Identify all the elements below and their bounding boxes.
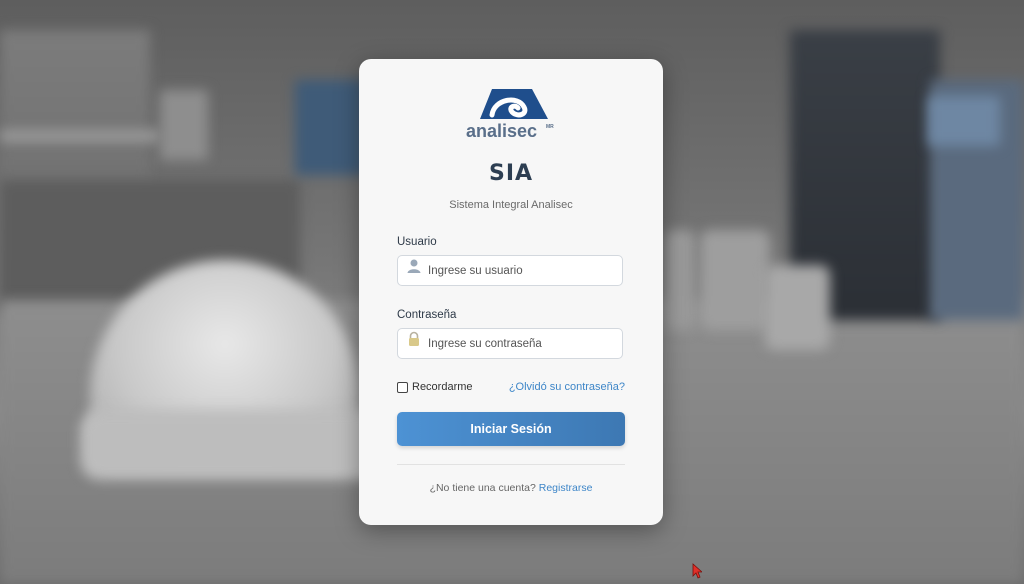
register-link[interactable]: Registrarse bbox=[539, 482, 593, 494]
mouse-cursor-icon bbox=[692, 563, 702, 579]
background-sample-cylinder bbox=[665, 230, 695, 330]
remember-checkbox[interactable] bbox=[397, 381, 408, 393]
background-clipboard bbox=[160, 90, 208, 160]
forgot-password-link[interactable]: ¿Olvidó su contraseña? bbox=[509, 381, 625, 393]
brand-wordmark: analisec bbox=[466, 121, 537, 141]
background-display-panel bbox=[928, 96, 1000, 146]
brand-registered-mark: MR bbox=[546, 124, 554, 130]
password-label: Contraseña bbox=[397, 309, 457, 321]
app-subtitle: Sistema Integral Analisec bbox=[449, 199, 573, 211]
lock-icon bbox=[409, 331, 419, 346]
background-sample-cylinder bbox=[765, 265, 830, 350]
login-card: analisec MR SIA Sistema Integral Analise… bbox=[359, 59, 663, 525]
remember-me[interactable]: Recordarme bbox=[397, 381, 473, 393]
divider bbox=[397, 464, 625, 465]
user-icon bbox=[407, 259, 421, 273]
analisec-logo: analisec MR bbox=[466, 89, 554, 141]
username-label: Usuario bbox=[397, 236, 437, 248]
register-question: ¿No tiene una cuenta? bbox=[429, 482, 536, 494]
password-input[interactable] bbox=[428, 329, 618, 358]
password-field[interactable] bbox=[397, 328, 623, 359]
username-field[interactable] bbox=[397, 255, 623, 286]
background-hard-hat-brim bbox=[80, 410, 380, 480]
background-blue-equipment bbox=[295, 80, 365, 175]
background-shelf-board bbox=[0, 130, 160, 142]
app-title: SIA bbox=[488, 161, 534, 186]
background-sample-cylinder bbox=[700, 230, 770, 330]
remember-label: Recordarme bbox=[412, 381, 473, 393]
login-button[interactable]: Iniciar Sesión bbox=[397, 412, 625, 446]
username-input[interactable] bbox=[428, 256, 618, 285]
register-prompt: ¿No tiene una cuenta? Registrarse bbox=[359, 482, 663, 494]
